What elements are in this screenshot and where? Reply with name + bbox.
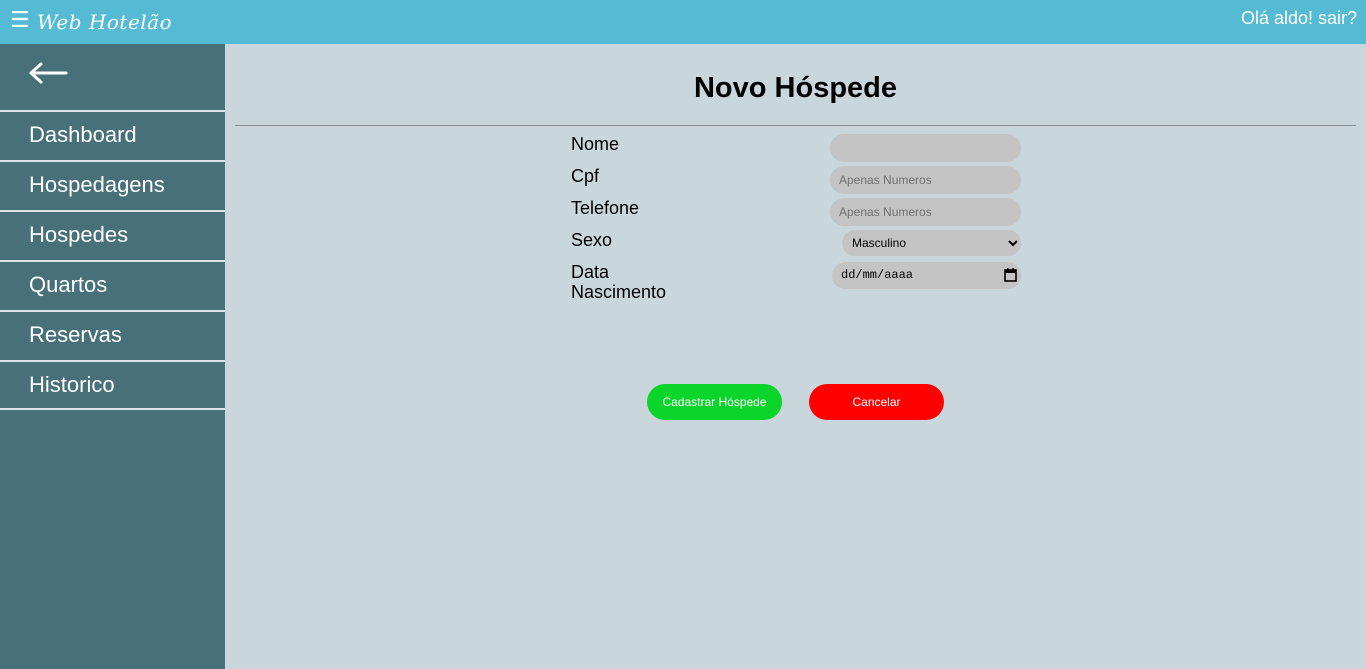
page-title: Novo Hóspede bbox=[693, 72, 898, 104]
sidebar-item-dashboard[interactable]: Dashboard bbox=[0, 110, 225, 160]
hamburger-menu-icon[interactable]: ☰ bbox=[10, 8, 30, 34]
sidebar-item-reservas[interactable]: Reservas bbox=[0, 310, 225, 360]
cancelar-button[interactable]: Cancelar bbox=[809, 384, 944, 420]
sidebar-item-quartos[interactable]: Quartos bbox=[0, 260, 225, 310]
cpf-input[interactable] bbox=[830, 166, 1021, 194]
user-greeting-logout-link[interactable]: Olá aldo! sair? bbox=[1241, 7, 1357, 29]
date-format-value: dd/mm/aaaa bbox=[841, 268, 914, 282]
cpf-label: Cpf bbox=[571, 166, 600, 186]
data-nascimento-label: Data Nascimento bbox=[571, 262, 667, 302]
calendar-icon[interactable] bbox=[1004, 268, 1017, 282]
sidebar-item-hospedagens[interactable]: Hospedagens bbox=[0, 160, 225, 210]
sidebar-item-historico[interactable]: Historico bbox=[0, 360, 225, 410]
data-nascimento-input[interactable]: dd/mm/aaaa bbox=[832, 262, 1021, 289]
cadastrar-hospede-button[interactable]: Cadastrar Hóspede bbox=[647, 384, 782, 420]
telefone-label: Telefone bbox=[571, 198, 640, 218]
sidebar: Dashboard Hospedagens Hospedes Quartos R… bbox=[0, 44, 225, 669]
title-divider bbox=[235, 125, 1356, 126]
sexo-select[interactable]: Masculino bbox=[842, 230, 1021, 256]
nome-label: Nome bbox=[571, 134, 620, 154]
sidebar-nav: Dashboard Hospedagens Hospedes Quartos R… bbox=[0, 110, 225, 410]
top-bar: ☰ Web Hotelão Olá aldo! sair? bbox=[0, 0, 1366, 44]
back-arrow-icon[interactable] bbox=[28, 58, 68, 88]
telefone-input[interactable] bbox=[830, 198, 1021, 226]
main-content: Novo Hóspede Nome Cpf Telefone Sexo Masc… bbox=[225, 44, 1366, 669]
sexo-selected-value: Masculino bbox=[852, 236, 907, 250]
brand-logo[interactable]: Web Hotelão bbox=[37, 8, 172, 36]
sexo-label: Sexo bbox=[571, 230, 613, 250]
sidebar-item-hospedes[interactable]: Hospedes bbox=[0, 210, 225, 260]
nome-input[interactable] bbox=[830, 134, 1021, 162]
